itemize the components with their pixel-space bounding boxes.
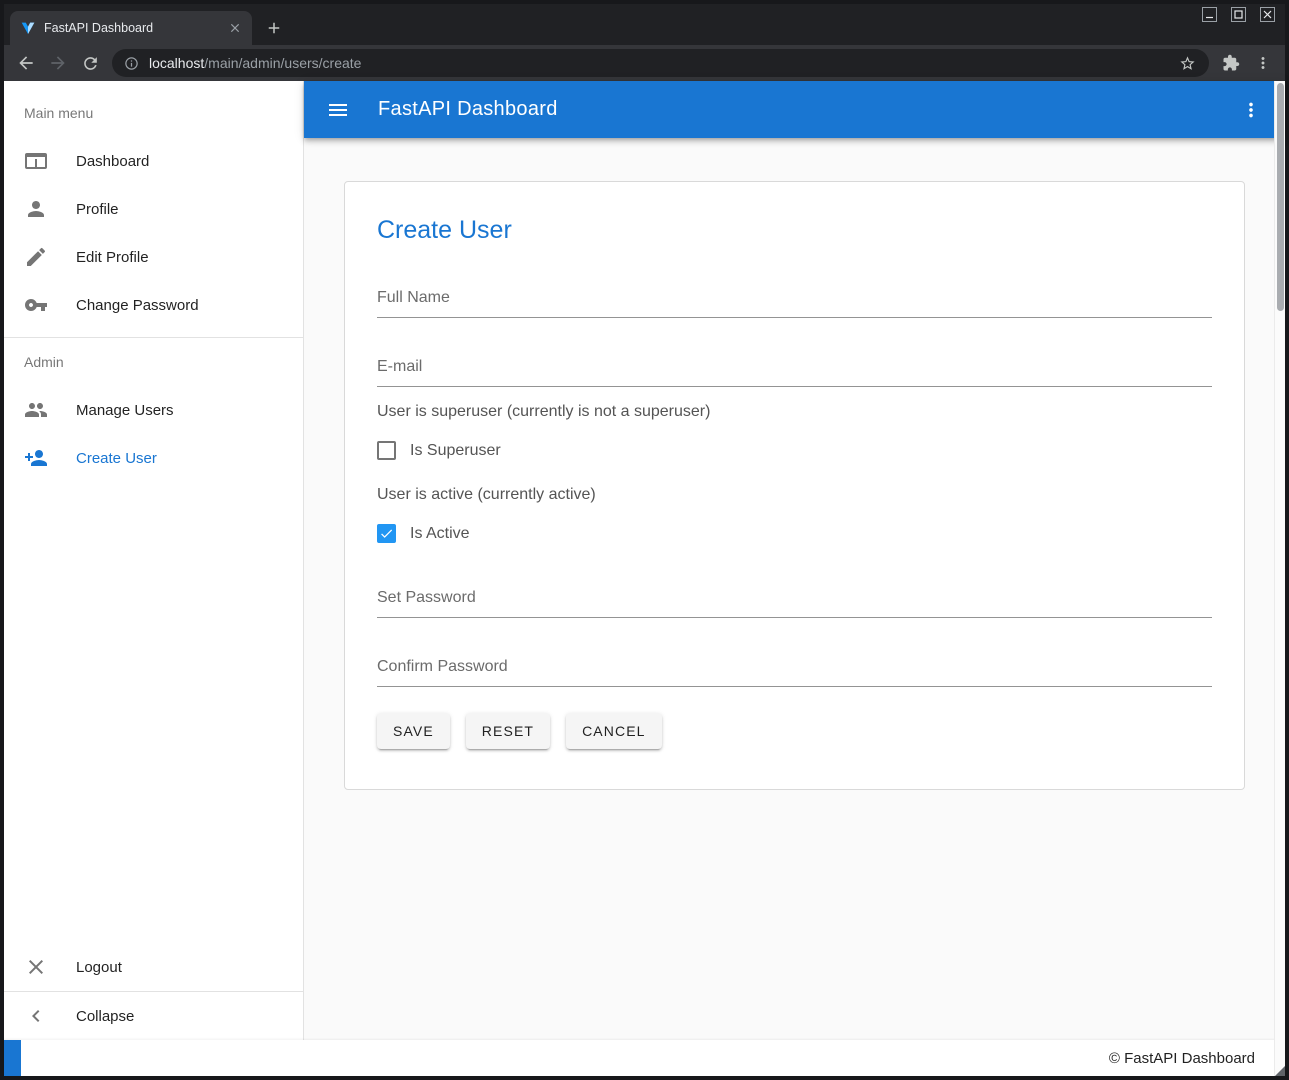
- browser-toolbar: localhost/main/admin/users/create: [4, 45, 1285, 81]
- sidebar-header-main-menu: Main menu: [4, 89, 303, 137]
- main-content: FastAPI Dashboard Create User User is su…: [304, 81, 1285, 1040]
- reload-icon[interactable]: [74, 47, 106, 79]
- sidebar-item-logout[interactable]: Logout: [4, 943, 303, 991]
- browser-tab[interactable]: FastAPI Dashboard: [10, 11, 252, 45]
- active-checkbox-row[interactable]: Is Active: [377, 524, 1212, 543]
- check-icon: [379, 526, 394, 541]
- tab-title: FastAPI Dashboard: [44, 21, 218, 35]
- sidebar-item-label: Dashboard: [76, 153, 149, 170]
- pencil-icon: [24, 245, 48, 269]
- extensions-icon[interactable]: [1215, 47, 1247, 79]
- appbar-kebab-menu-icon[interactable]: [1233, 92, 1269, 128]
- person-add-icon: [24, 446, 48, 470]
- superuser-checkbox[interactable]: [377, 441, 396, 460]
- sidebar-item-label: Create User: [76, 450, 157, 467]
- sidebar-item-label: Collapse: [76, 1008, 134, 1025]
- sidebar-item-label: Profile: [76, 201, 119, 218]
- url-text: localhost/main/admin/users/create: [149, 55, 361, 71]
- browser-menu-icon[interactable]: [1247, 47, 1279, 79]
- sidebar-item-change-password[interactable]: Change Password: [4, 281, 303, 329]
- minimize-button[interactable]: [1202, 7, 1217, 22]
- superuser-checkbox-label[interactable]: Is Superuser: [410, 442, 501, 460]
- active-checkbox[interactable]: [377, 524, 396, 543]
- close-icon: [24, 955, 48, 979]
- sidebar-item-dashboard[interactable]: Dashboard: [4, 137, 303, 185]
- back-icon[interactable]: [10, 47, 42, 79]
- full-name-input[interactable]: [377, 283, 1212, 318]
- page-title: Create User: [377, 216, 1212, 245]
- page-scrollbar[interactable]: [1274, 81, 1285, 1076]
- window-resize-grip[interactable]: [1275, 1066, 1285, 1076]
- scrollbar-thumb[interactable]: [1277, 83, 1284, 311]
- sidebar-item-label: Logout: [76, 959, 122, 976]
- sidebar-header-admin: Admin: [4, 338, 303, 386]
- page-main: Main menu Dashboard Profile: [4, 81, 1285, 1040]
- maximize-button[interactable]: [1231, 7, 1246, 22]
- active-hint: User is active (currently active): [377, 486, 1212, 504]
- chevron-left-icon: [24, 1004, 48, 1028]
- bookmark-star-icon[interactable]: [1171, 50, 1203, 76]
- person-icon: [24, 197, 48, 221]
- forward-icon[interactable]: [42, 47, 74, 79]
- sidebar-item-label: Manage Users: [76, 402, 174, 419]
- confirm-password-input[interactable]: [377, 652, 1212, 687]
- tab-close-icon[interactable]: [226, 19, 244, 37]
- footer-accent: [4, 1040, 21, 1076]
- close-window-button[interactable]: [1260, 7, 1275, 22]
- set-password-field-wrap: [377, 583, 1212, 618]
- confirm-password-field-wrap: [377, 652, 1212, 687]
- sidebar-item-manage-users[interactable]: Manage Users: [4, 386, 303, 434]
- footer: © FastAPI Dashboard: [4, 1040, 1285, 1076]
- sidebar: Main menu Dashboard Profile: [4, 81, 304, 1040]
- url-host: localhost: [149, 55, 204, 71]
- appbar-title: FastAPI Dashboard: [378, 98, 1211, 121]
- sidebar-item-label: Edit Profile: [76, 249, 149, 266]
- active-checkbox-label[interactable]: Is Active: [410, 525, 470, 543]
- sidebar-item-label: Change Password: [76, 297, 199, 314]
- tab-strip: FastAPI Dashboard: [4, 4, 1285, 45]
- sidebar-item-edit-profile[interactable]: Edit Profile: [4, 233, 303, 281]
- address-bar[interactable]: localhost/main/admin/users/create: [112, 49, 1209, 77]
- reset-button[interactable]: RESET: [466, 713, 550, 749]
- email-field-wrap: [377, 352, 1212, 387]
- set-password-input[interactable]: [377, 583, 1212, 618]
- sidebar-item-create-user[interactable]: Create User: [4, 434, 303, 482]
- sidebar-item-profile[interactable]: Profile: [4, 185, 303, 233]
- window-controls: [1202, 7, 1275, 22]
- key-icon: [24, 293, 48, 317]
- browser-window: FastAPI Dashboard: [0, 0, 1289, 1080]
- vuetify-favicon-icon: [20, 20, 36, 36]
- superuser-hint: User is superuser (currently is not a su…: [377, 403, 1212, 421]
- people-icon: [24, 398, 48, 422]
- superuser-checkbox-row[interactable]: Is Superuser: [377, 441, 1212, 460]
- sidebar-bottom: Logout Collapse: [4, 943, 303, 1040]
- create-user-card: Create User User is superuser (currently…: [344, 181, 1245, 790]
- email-input[interactable]: [377, 352, 1212, 387]
- full-name-field-wrap: [377, 283, 1212, 318]
- sidebar-item-collapse[interactable]: Collapse: [4, 992, 303, 1040]
- footer-copyright: © FastAPI Dashboard: [1109, 1050, 1255, 1067]
- dashboard-icon: [24, 149, 48, 173]
- page: Main menu Dashboard Profile: [4, 81, 1285, 1076]
- new-tab-button[interactable]: [260, 14, 288, 42]
- form-actions: SAVE RESET CANCEL: [377, 713, 1212, 749]
- url-path: /main/admin/users/create: [204, 55, 361, 71]
- site-info-icon[interactable]: [124, 56, 139, 71]
- hamburger-menu-icon[interactable]: [320, 92, 356, 128]
- cancel-button[interactable]: CANCEL: [566, 713, 662, 749]
- save-button[interactable]: SAVE: [377, 713, 450, 749]
- app-bar: FastAPI Dashboard: [304, 81, 1285, 138]
